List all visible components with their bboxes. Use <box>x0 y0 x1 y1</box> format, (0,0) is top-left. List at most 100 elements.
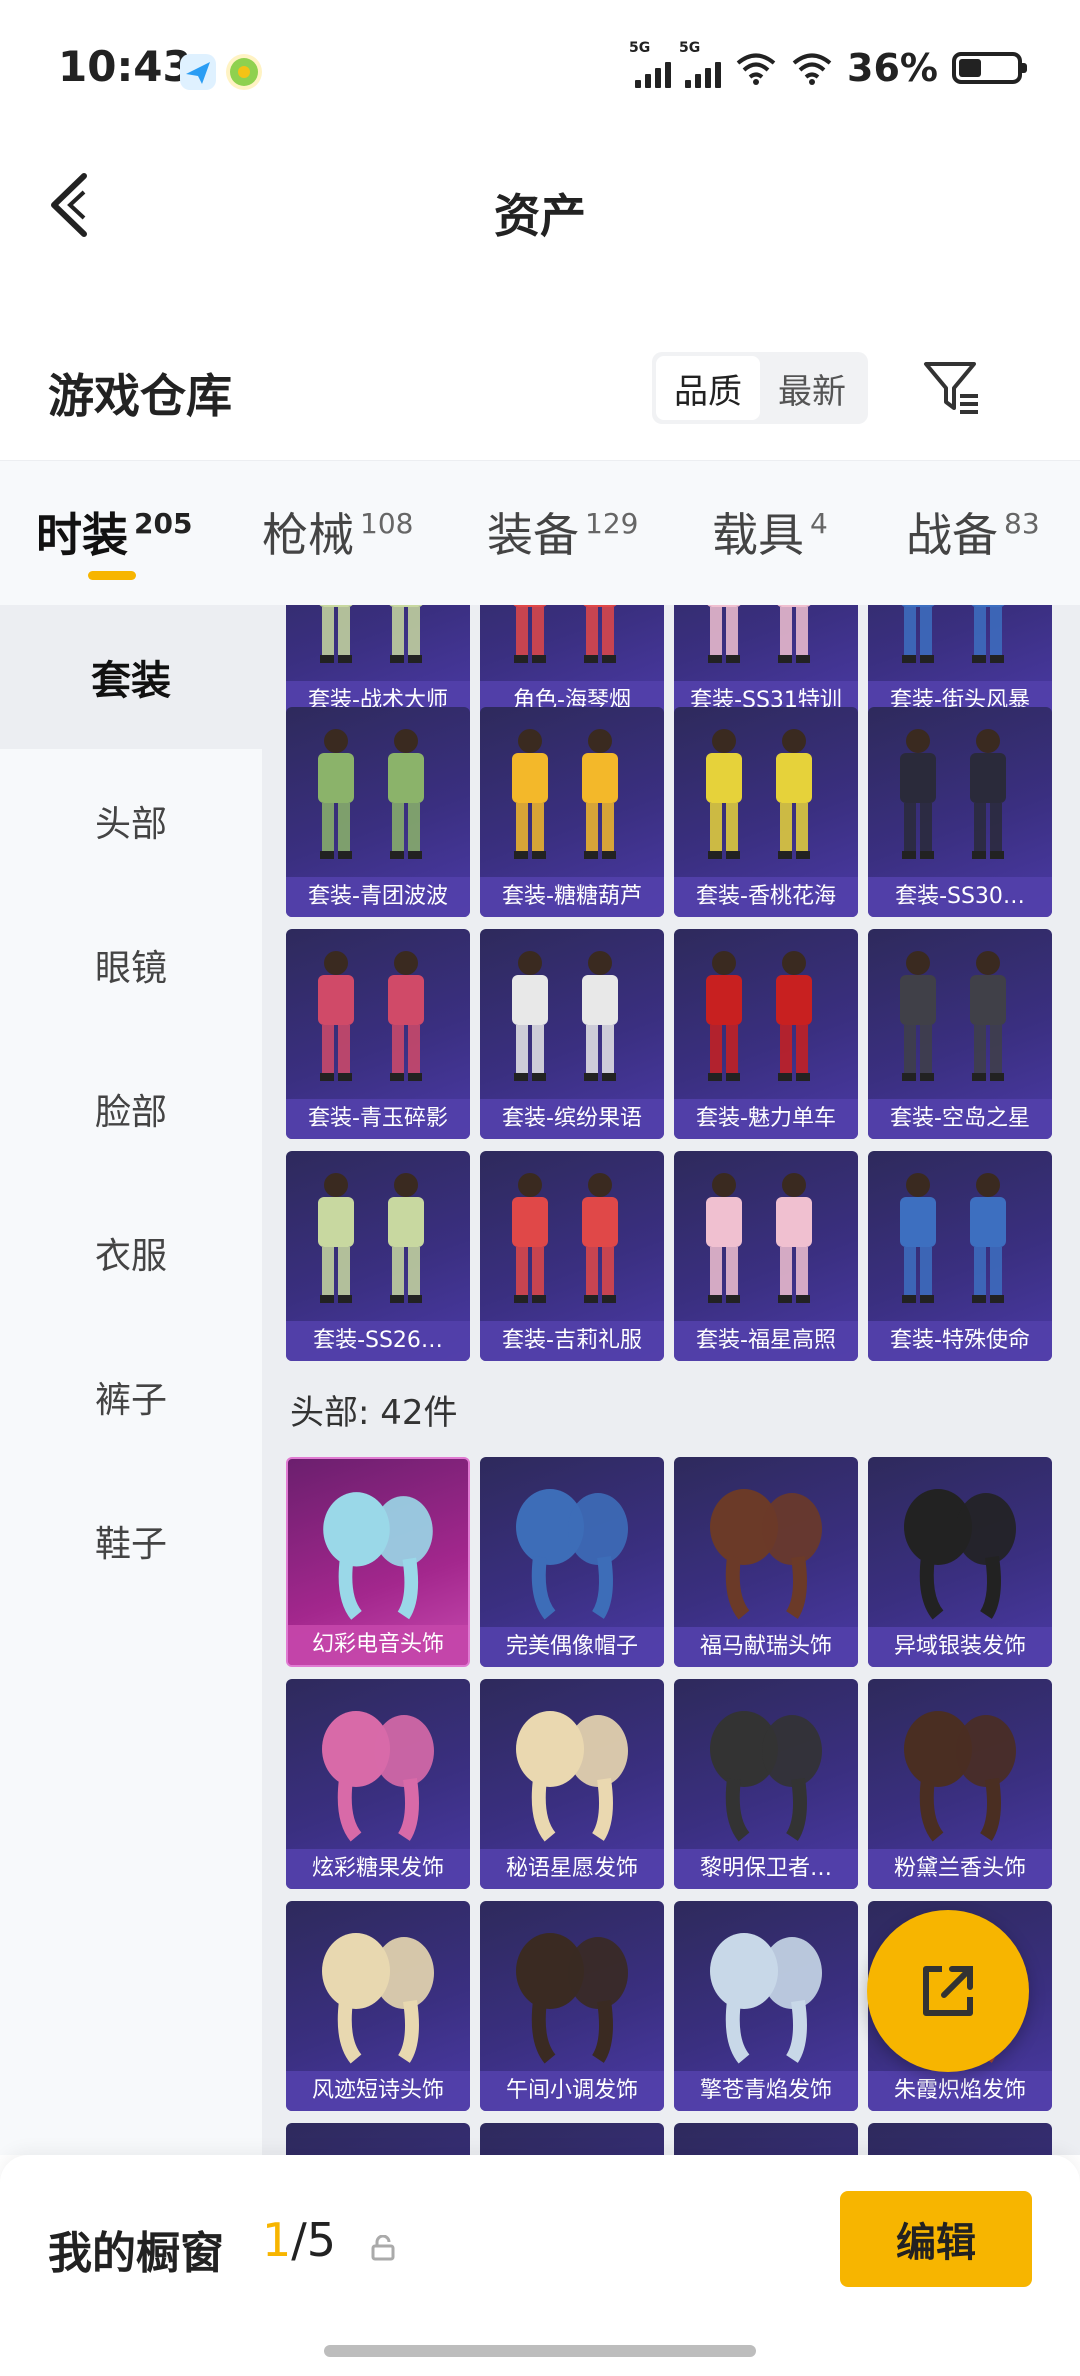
item-card-label: 套装-魅力单车 <box>674 1099 858 1139</box>
item-card[interactable]: 完美偶像帽子 <box>480 1457 664 1667</box>
item-card[interactable]: 福马献瑞头饰 <box>674 1457 858 1667</box>
item-card[interactable]: 套装-SS30… <box>868 707 1052 917</box>
item-card[interactable]: 角色-海琴烟 <box>480 605 664 721</box>
sort-toggle: 品质 最新 <box>652 352 868 424</box>
tab-vehicles[interactable]: 载具 4 <box>712 499 828 565</box>
item-thumbnail <box>900 951 1006 1081</box>
item-card[interactable]: 套装-福星高照 <box>674 1151 858 1361</box>
item-card[interactable]: 异域银装发饰 <box>868 1457 1052 1667</box>
item-thumbnail <box>319 605 423 663</box>
item-thumbnail <box>710 1489 822 1620</box>
item-card[interactable]: 秘语星愿发饰 <box>480 1679 664 1889</box>
item-thumbnail <box>900 1173 1006 1303</box>
item-thumbnail <box>512 1173 618 1303</box>
app-notification-icon <box>180 54 216 90</box>
item-thumbnail <box>512 951 618 1081</box>
sidebar-item-clothes[interactable]: 衣服 <box>0 1181 262 1325</box>
sidebar-item-shoes[interactable]: 鞋子 <box>0 1469 262 1613</box>
page-title: 资产 <box>494 189 586 243</box>
sidebar-item-pants[interactable]: 裤子 <box>0 1325 262 1469</box>
item-card-label: 套装-SS26… <box>286 1321 470 1361</box>
music-app-icon <box>226 54 262 90</box>
item-card-label: 炫彩糖果发饰 <box>286 1849 470 1889</box>
item-card[interactable]: 套装-战术大师 <box>286 605 470 721</box>
item-thumbnail <box>513 605 617 663</box>
item-card[interactable] <box>674 2123 858 2155</box>
item-card-label: 套装-香桃花海 <box>674 877 858 917</box>
item-card[interactable]: 黎明保卫者… <box>674 1679 858 1889</box>
sidebar-item-face[interactable]: 脸部 <box>0 1037 262 1181</box>
item-card[interactable]: 套装-魅力单车 <box>674 929 858 1139</box>
share-external-icon <box>923 1966 973 2016</box>
item-card[interactable]: 套装-街头风暴 <box>868 605 1052 721</box>
item-card[interactable]: 炫彩糖果发饰 <box>286 1679 470 1889</box>
item-card[interactable]: 套装-青玉碎影 <box>286 929 470 1139</box>
item-card[interactable]: 幻彩电音头饰 <box>286 1457 470 1667</box>
item-card-label: 朱霞炽焰发饰 <box>868 2071 1052 2111</box>
tab-equipment[interactable]: 装备 129 <box>487 499 638 565</box>
item-card[interactable]: 套装-SS26… <box>286 1151 470 1361</box>
item-card[interactable]: 套装-吉莉礼服 <box>480 1151 664 1361</box>
sidebar-item-head[interactable]: 头部 <box>0 749 262 893</box>
showcase-count: 1/5 <box>262 2213 337 2267</box>
sort-latest-button[interactable]: 最新 <box>760 356 864 420</box>
item-thumbnail <box>512 729 618 859</box>
item-card-label: 套装-缤纷果语 <box>480 1099 664 1139</box>
item-card-label: 粉黛兰香头饰 <box>868 1849 1052 1889</box>
showcase-title: 我的橱窗 <box>48 2228 224 2279</box>
item-card[interactable]: 套装-特殊使命 <box>868 1151 1052 1361</box>
item-card[interactable]: 风迹短诗头饰 <box>286 1901 470 2111</box>
top-header: 资产 <box>0 140 1080 270</box>
item-thumbnail <box>706 951 812 1081</box>
item-card-label: 异域银装发饰 <box>868 1627 1052 1667</box>
item-card-label: 套装-青团波波 <box>286 877 470 917</box>
sidebar-item-outfits[interactable]: 套装 <box>0 605 262 749</box>
item-card[interactable] <box>868 2123 1052 2155</box>
tab-weapons[interactable]: 枪械 108 <box>262 499 413 565</box>
item-thumbnail <box>318 951 424 1081</box>
item-card-label: 擎苍青焰发饰 <box>674 2071 858 2111</box>
item-card[interactable]: 套装-SS31特训 <box>674 605 858 721</box>
item-card-label: 套装-特殊使命 <box>868 1321 1052 1361</box>
sub-category-sidebar: 套装 头部 眼镜 脸部 衣服 裤子 鞋子 <box>0 605 262 2155</box>
item-card[interactable]: 擎苍青焰发饰 <box>674 1901 858 2111</box>
tab-supplies[interactable]: 战备 83 <box>906 499 1040 565</box>
warehouse-title: 游戏仓库 <box>48 369 232 423</box>
edit-button[interactable]: 编辑 <box>840 2191 1032 2287</box>
head-section-title: 头部: 42件 <box>290 1393 458 1433</box>
item-card[interactable]: 套装-空岛之星 <box>868 929 1052 1139</box>
battery-percent: 36% <box>847 46 938 90</box>
item-thumbnail <box>318 1173 424 1303</box>
active-tab-indicator <box>88 571 136 580</box>
item-card[interactable] <box>480 2123 664 2155</box>
cell-signal-icon: 5G <box>629 40 672 88</box>
item-thumbnail <box>706 1173 812 1303</box>
item-card[interactable]: 套装-青团波波 <box>286 707 470 917</box>
item-card-label: 套装-福星高照 <box>674 1321 858 1361</box>
item-card[interactable]: 套装-香桃花海 <box>674 707 858 917</box>
item-card[interactable]: 套装-糖糖葫芦 <box>480 707 664 917</box>
item-card[interactable]: 午间小调发饰 <box>480 1901 664 2111</box>
category-tabs: 时装 205 枪械 108 装备 129 载具 4 战备 83 <box>0 460 1080 606</box>
item-card[interactable] <box>286 2123 470 2155</box>
showcase-bar: 我的橱窗 1/5 编辑 <box>0 2155 1080 2376</box>
share-button[interactable] <box>867 1910 1029 2072</box>
filter-icon[interactable] <box>920 356 982 418</box>
item-card[interactable]: 套装-缤纷果语 <box>480 929 664 1139</box>
item-thumbnail <box>323 1492 433 1620</box>
sidebar-item-glasses[interactable]: 眼镜 <box>0 893 262 1037</box>
cell-signal-2-icon: 5G <box>679 40 722 88</box>
status-bar: 10:43 5G 5G 36% <box>0 0 1080 140</box>
item-card-label: 午间小调发饰 <box>480 2071 664 2111</box>
item-card[interactable]: 粉黛兰香头饰 <box>868 1679 1052 1889</box>
item-thumbnail <box>904 1489 1016 1620</box>
home-indicator <box>324 2345 756 2357</box>
item-card-label: 秘语星愿发饰 <box>480 1849 664 1889</box>
item-thumbnail <box>318 729 424 859</box>
sort-quality-button[interactable]: 品质 <box>656 356 760 420</box>
tab-fashion[interactable]: 时装 205 <box>36 499 192 565</box>
battery-icon <box>952 52 1027 84</box>
item-thumbnail <box>900 729 1006 859</box>
item-card-label: 福马献瑞头饰 <box>674 1627 858 1667</box>
item-card-label: 黎明保卫者… <box>674 1849 858 1889</box>
